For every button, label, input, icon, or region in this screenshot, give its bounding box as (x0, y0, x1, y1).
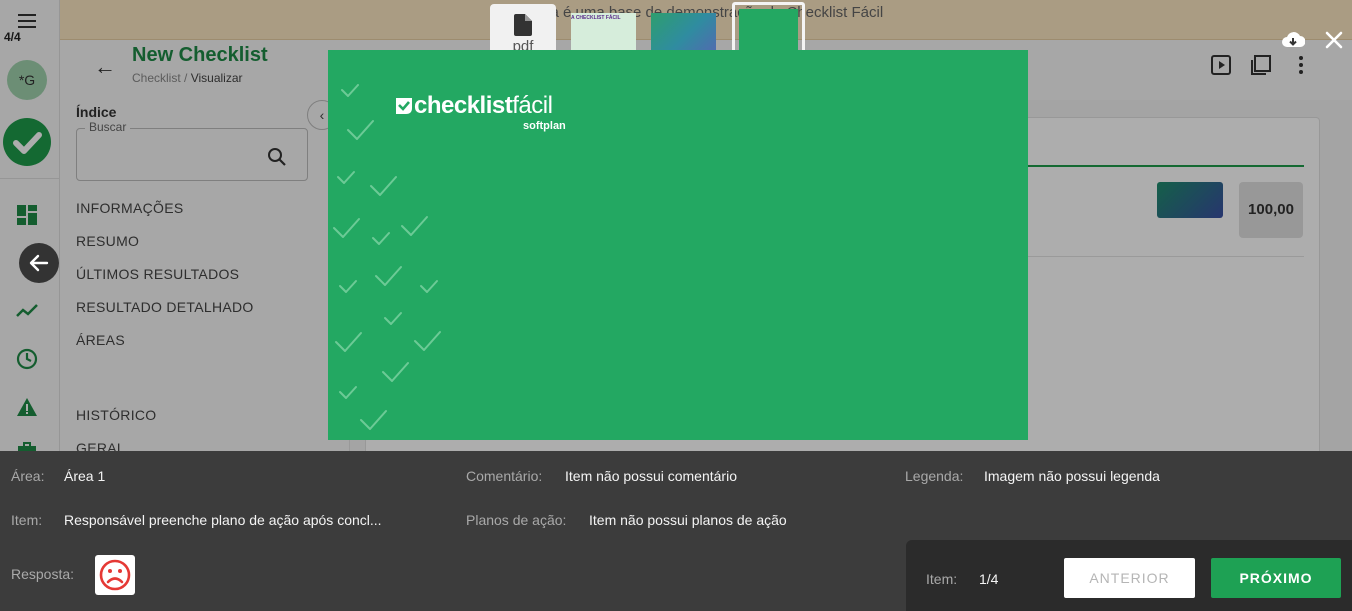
checklist-facil-logo: checklist fácil softplan (394, 92, 566, 132)
next-button[interactable]: PRÓXIMO (1211, 558, 1341, 598)
logo-text-bold: checklist (414, 92, 513, 119)
action-plans-label: Planos de ação: (466, 512, 567, 528)
legend-field: Legenda: Imagem não possui legenda (905, 468, 1160, 484)
item-field: Item: Responsável preenche plano de ação… (11, 512, 382, 528)
action-plans-field: Planos de ação: Item não possui planos d… (466, 512, 787, 528)
download-icon[interactable] (1281, 28, 1305, 52)
thumbnail-1-text: A CHECKLIST FÁCIL (571, 15, 621, 21)
logo-text-light: fácil (512, 92, 553, 119)
area-field: Área: Área 1 (11, 468, 105, 484)
item-label: Item: (11, 512, 43, 528)
close-icon[interactable] (1322, 28, 1346, 52)
comment-field: Comentário: Item não possui comentário (466, 468, 737, 484)
previous-image-button[interactable] (19, 243, 59, 283)
legend-value: Imagem não possui legenda (984, 468, 1160, 484)
sad-face-icon (99, 559, 131, 591)
answer-field: Resposta: (11, 566, 74, 582)
image-viewer: checklist fácil softplan (328, 50, 1028, 440)
logo-subtitle: softplan (523, 120, 566, 132)
comment-value: Item não possui comentário (565, 468, 737, 484)
legend-label: Legenda: (905, 468, 964, 484)
logo-check-icon (396, 98, 412, 114)
item-navigation: Item: 1/4 ANTERIOR PRÓXIMO (906, 540, 1352, 611)
comment-label: Comentário: (466, 468, 543, 484)
arrow-left-icon (29, 254, 49, 272)
item-value: Responsável preenche plano de ação após … (64, 512, 382, 528)
action-plans-value: Item não possui planos de ação (589, 512, 787, 528)
image-info-panel: Área: Área 1 Comentário: Item não possui… (0, 451, 1352, 611)
area-value: Área 1 (64, 468, 106, 484)
file-icon (514, 14, 532, 36)
nav-item-value: 1/4 (979, 571, 999, 587)
previous-button[interactable]: ANTERIOR (1064, 558, 1195, 598)
area-label: Área: (11, 468, 45, 484)
answer-sad-face (95, 555, 135, 595)
nav-item-label: Item: (926, 571, 958, 587)
answer-label: Resposta: (11, 566, 75, 582)
